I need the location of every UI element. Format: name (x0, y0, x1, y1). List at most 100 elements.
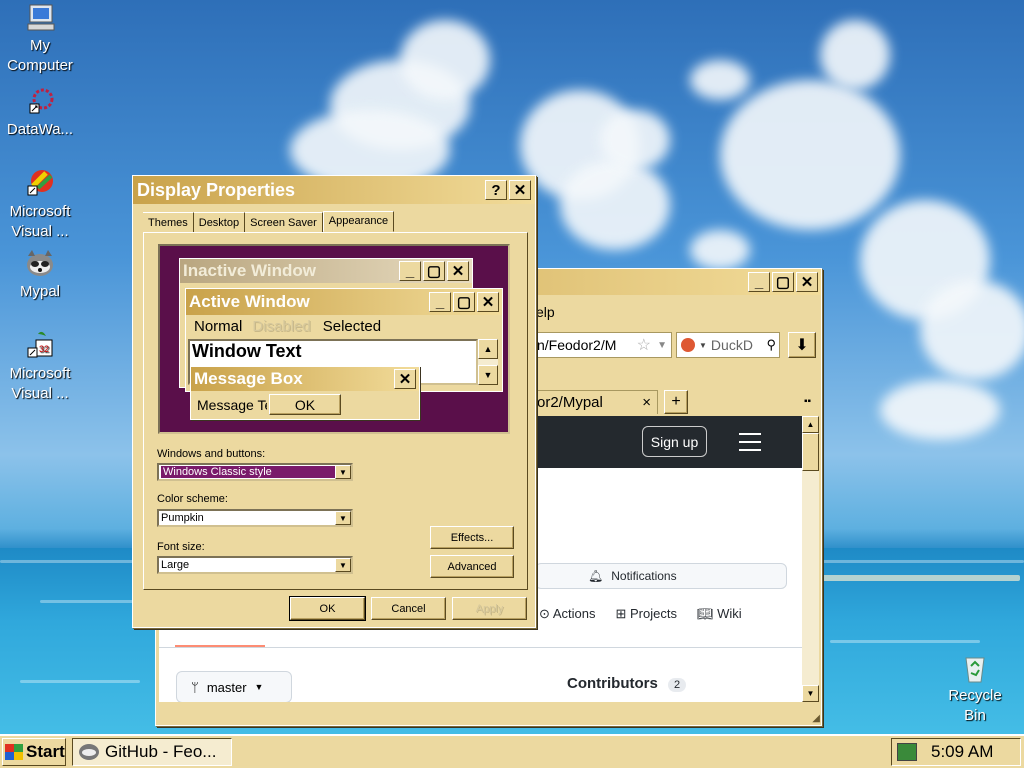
desktop-icon-label: Computer (7, 57, 73, 74)
browser-tab[interactable]: or2/Mypal × (534, 390, 658, 414)
my-computer-icon (24, 2, 56, 34)
tab-appearance[interactable]: Appearance (322, 211, 395, 232)
scroll-up-button[interactable]: ▲ (802, 416, 819, 433)
star-icon[interactable]: ☆ (637, 335, 651, 355)
preview-window-text: Window Text (192, 341, 302, 361)
table-icon: ⊞ (615, 606, 627, 621)
system-tray: 5:09 AM (891, 738, 1021, 766)
maximize-button[interactable]: ▢ (772, 272, 794, 292)
taskbar-task-label: GitHub - Feo... (105, 742, 217, 761)
chevron-down-icon[interactable]: ▼ (335, 465, 351, 479)
book-icon: 📖︎ (696, 606, 714, 621)
bell-icon: 🔔︎ (588, 569, 604, 583)
chevron-down-icon[interactable]: ▼ (335, 511, 351, 525)
dialog-title: Display Properties (137, 179, 296, 200)
url-dropdown-icon[interactable]: ▼ (657, 340, 667, 351)
color-scheme-select[interactable]: Pumpkin ▼ (157, 509, 353, 527)
chevron-down-icon[interactable]: ▼ (335, 558, 351, 572)
tab-screen-saver[interactable]: Screen Saver (245, 212, 323, 232)
desktop-icon-microsoft-visual-1[interactable]: Microsoft Visual ... (0, 168, 80, 242)
preview-maximize-icon: ▢ (423, 261, 445, 281)
contributors-heading: Contributors 2 (567, 675, 687, 692)
tab-close-icon[interactable]: × (642, 394, 651, 411)
font-size-label: Font size: (157, 541, 205, 553)
desktop: My Computer DataWa... Microsoft Visual .… (0, 0, 1024, 734)
preview-message-box: Message Box ✕ Message Text OK (190, 366, 420, 420)
scroll-down-button[interactable]: ▼ (802, 685, 819, 702)
caret-down-icon: ▼ (254, 682, 264, 692)
desktop-icon-label: Recycle (948, 687, 1002, 704)
close-button[interactable]: ✕ (509, 180, 531, 200)
contributors-count-badge: 2 (668, 678, 687, 692)
preview-close-icon: ✕ (447, 261, 469, 281)
mypal-icon (24, 248, 56, 280)
windows-logo-icon (5, 744, 23, 760)
datawa-icon (24, 86, 56, 118)
search-box[interactable]: ▼ DuckD ⚲ (676, 332, 780, 358)
close-button[interactable]: ✕ (796, 272, 818, 292)
color-scheme-label: Color scheme: (157, 493, 228, 505)
help-button[interactable]: ? (485, 180, 507, 200)
branch-label: master (206, 679, 247, 695)
tab-themes[interactable]: Themes (143, 212, 194, 232)
cancel-button[interactable]: Cancel (371, 597, 446, 620)
appearance-preview: Inactive Window _ ▢ ✕ Active Window _ ▢ … (158, 244, 510, 434)
preview-scroll-down-icon: ▼ (478, 365, 498, 385)
nav-wiki[interactable]: 📖︎ Wiki (697, 606, 742, 622)
font-size-select[interactable]: Large ▼ (157, 556, 353, 574)
url-bar[interactable]: n/Feodor2/M ☆ ▼ (534, 332, 672, 358)
desktop-icon-label: DataWa... (6, 121, 74, 138)
nav-projects[interactable]: ⊞ Projects (615, 606, 677, 622)
signup-button[interactable]: Sign up (642, 426, 707, 457)
nav-divider (159, 647, 802, 648)
clock[interactable]: 5:09 AM (931, 742, 993, 762)
visual-studio-icon (24, 168, 56, 200)
apply-button[interactable]: Apply (452, 597, 527, 620)
preview-close-icon: ✕ (394, 369, 416, 389)
tab-title: or2/Mypal (537, 394, 603, 411)
vertical-scrollbar[interactable]: ▲ ▼ (802, 416, 819, 702)
network-icon[interactable] (897, 743, 917, 761)
desktop-icon-label: Visual ... (11, 223, 69, 240)
desktop-icon-microsoft-visual-2[interactable]: 32 Microsoft Visual ... (0, 330, 80, 404)
windows-buttons-select[interactable]: Windows Classic style ▼ (157, 463, 353, 481)
ok-button[interactable]: OK (289, 596, 366, 621)
advanced-button[interactable]: Advanced (430, 555, 514, 578)
browser-menu-fragment[interactable]: elp (536, 304, 555, 320)
desktop-icon-recycle-bin[interactable]: Recycle Bin (935, 652, 1015, 726)
new-tab-button[interactable]: + (664, 390, 688, 414)
minimize-button[interactable]: _ (748, 272, 770, 292)
resize-grip-icon[interactable]: ◢ (812, 713, 820, 724)
start-button[interactable]: Start (2, 738, 66, 766)
color-scheme-value: Pumpkin (161, 512, 204, 524)
desktop-icon-datawa[interactable]: DataWa... (0, 86, 80, 140)
nav-actions[interactable]: ⊙ Actions (539, 606, 595, 622)
downloads-button[interactable]: ⬇ (788, 332, 816, 358)
scroll-thumb[interactable] (802, 433, 819, 471)
desktop-icon-my-computer[interactable]: My Computer (0, 2, 80, 76)
search-icon[interactable]: ⚲ (766, 337, 776, 353)
display-properties-dialog: Display Properties ? ✕ Themes Desktop Sc… (132, 175, 536, 628)
preview-ok-button: OK (269, 394, 341, 415)
desktop-icon-label: Bin (964, 707, 986, 724)
start-label: Start (26, 742, 65, 761)
hamburger-menu-icon[interactable] (739, 433, 761, 451)
preview-msgbox-text: Message Text (197, 397, 267, 413)
preview-minimize-icon: _ (399, 261, 421, 281)
desktop-icon-mypal[interactable]: Mypal (0, 248, 80, 302)
search-engine-dropdown-icon[interactable]: ▼ (699, 341, 707, 350)
effects-button[interactable]: Effects... (430, 526, 514, 549)
notifications-button[interactable]: 🔔︎ Notifications (535, 563, 787, 589)
taskbar-button-github[interactable]: GitHub - Feo... (72, 738, 232, 766)
desktop-icon-label: Microsoft (9, 365, 71, 382)
tab-strip: Themes Desktop Screen Saver Appearance (143, 211, 395, 232)
preview-inactive-titlebar: Inactive Window _ ▢ ✕ (180, 259, 472, 283)
desktop-icon-label: Visual ... (11, 385, 69, 402)
tab-list-icon[interactable]: ▪▪ (804, 396, 811, 407)
desktop-icon-label: Mypal (19, 283, 60, 300)
windows-buttons-value: Windows Classic style (161, 466, 335, 478)
preview-menu-bar: Normal Disabled Selected (186, 315, 502, 337)
branch-button[interactable]: ᛘ master ▼ (176, 671, 292, 702)
tab-desktop[interactable]: Desktop (193, 212, 246, 232)
preview-msgbox-titlebar: Message Box ✕ (191, 367, 419, 391)
